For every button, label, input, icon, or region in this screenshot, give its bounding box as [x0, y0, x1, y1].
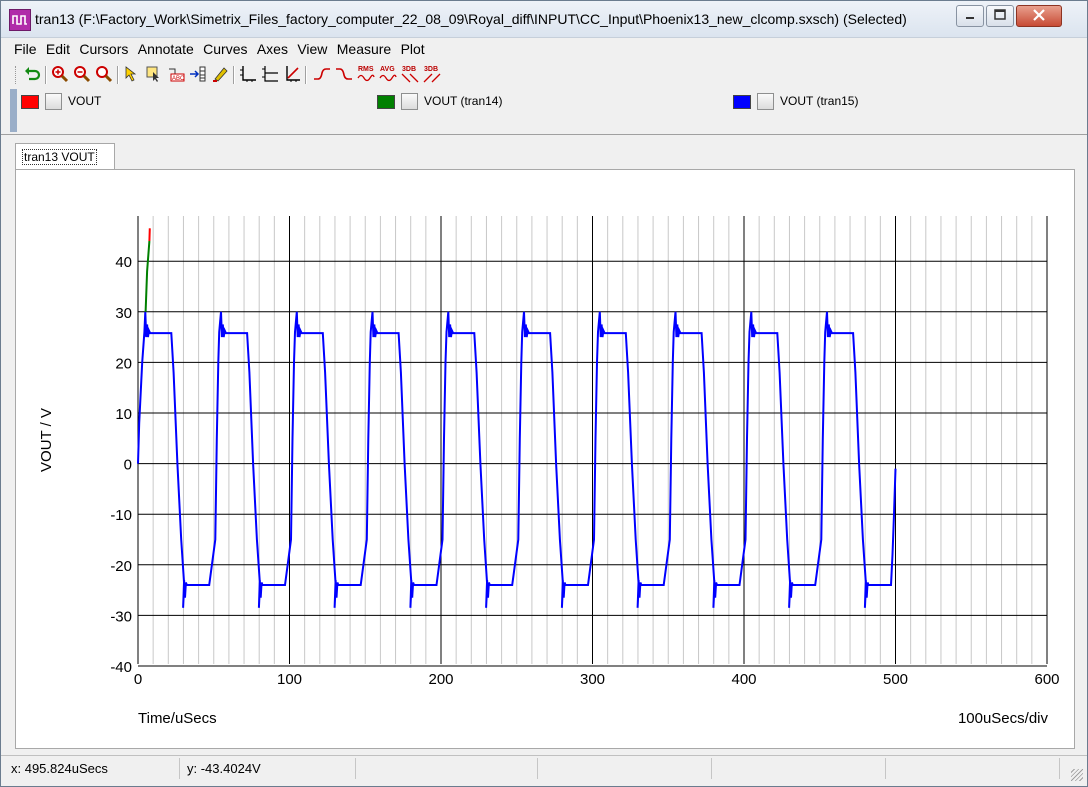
toolbar: ABC RMS AVG 3DB 3DB — [1, 63, 1087, 87]
status-cell-empty — [359, 758, 538, 779]
legend-handle[interactable] — [10, 89, 17, 132]
legend-checkbox[interactable] — [401, 93, 418, 110]
toolbar-separator — [233, 66, 235, 84]
x-tick-label: 400 — [731, 671, 756, 688]
legend-label: VOUT (tran15) — [780, 94, 859, 108]
status-bar: x: 495.824uSecs y: -43.4024V — [1, 755, 1087, 786]
legend-label: VOUT — [68, 94, 102, 108]
x-tick-label: 0 — [134, 671, 142, 688]
arrow-label-icon[interactable] — [189, 65, 207, 83]
menu-measure[interactable]: Measure — [334, 38, 394, 57]
legend-checkbox[interactable] — [45, 93, 62, 110]
toolbar-separator — [45, 66, 47, 84]
app-window: tran13 (F:\Factory_Work\Simetrix_Files_f… — [0, 0, 1088, 787]
y-tick-label: 10 — [115, 406, 132, 423]
resize-grip[interactable] — [1071, 769, 1083, 781]
zoom-in-icon[interactable] — [51, 65, 69, 83]
avg-icon[interactable]: AVG — [379, 65, 397, 83]
legend-checkbox[interactable] — [757, 93, 774, 110]
grid-axes-icon[interactable] — [283, 65, 301, 83]
series-line-vout-tran14 — [144, 240, 151, 312]
x-tick-label: 600 — [1034, 671, 1059, 688]
waveform-chart[interactable]: 0 100 200 300 400 500 600 -40 -30 -20 -10 0 10 20 30 40… — [16, 170, 1074, 748]
y-tick-label: -40 — [110, 659, 132, 676]
y-readout-text: y: -43.4024V — [187, 761, 261, 776]
legend-swatch[interactable] — [21, 95, 39, 109]
x-tick-label: 500 — [883, 671, 908, 688]
menu-edit[interactable]: Edit — [43, 38, 73, 57]
minimize-button[interactable] — [956, 5, 984, 27]
menu-axes[interactable]: Axes — [254, 38, 291, 57]
tab-tran13-vout[interactable]: tran13 VOUT — [15, 143, 115, 170]
plot-area[interactable]: 0 100 200 300 400 500 600 -40 -30 -20 -10 0 10 20 30 40… — [15, 169, 1075, 749]
y-tick-label: -20 — [110, 558, 132, 575]
legend-swatch[interactable] — [377, 95, 395, 109]
y-tick-label: 20 — [115, 355, 132, 372]
menu-view[interactable]: View — [294, 38, 330, 57]
menu-cursors[interactable]: Cursors — [76, 38, 131, 57]
minimize-icon — [966, 17, 974, 19]
y-axis-label: VOUT / V — [38, 408, 55, 472]
status-cell-empty — [541, 758, 712, 779]
menu-curves[interactable]: Curves — [200, 38, 250, 57]
menu-file[interactable]: File — [11, 38, 40, 57]
x-scale-label: 100uSecs/div — [958, 710, 1049, 727]
x-readout-text: x: 495.824uSecs — [11, 761, 108, 776]
y-readout: y: -43.4024V — [183, 758, 356, 779]
y-tick-label: -10 — [110, 507, 132, 524]
window-title: tran13 (F:\Factory_Work\Simetrix_Files_f… — [35, 11, 907, 27]
toolbar-separator — [305, 66, 307, 84]
x-tick-label: 300 — [580, 671, 605, 688]
x-readout: x: 495.824uSecs — [7, 758, 180, 779]
curve-legend: VOUT VOUT (tran14) VOUT (tran15) — [10, 89, 1085, 134]
y-tick-label: -30 — [110, 608, 132, 625]
toolbar-grip[interactable] — [15, 66, 18, 84]
3db-low-icon[interactable]: 3DB — [423, 65, 441, 83]
axes-icon[interactable] — [239, 65, 257, 83]
maximize-button[interactable] — [986, 5, 1014, 27]
rms-icon[interactable]: RMS — [357, 65, 375, 83]
x-axis-label: Time/uSecs — [138, 710, 217, 727]
tab-label: tran13 VOUT — [22, 149, 97, 165]
menu-plot[interactable]: Plot — [398, 38, 428, 57]
stacked-axes-icon[interactable] — [261, 65, 279, 83]
3db-high-icon[interactable]: 3DB — [401, 65, 419, 83]
x-tick-label: 100 — [277, 671, 302, 688]
close-button[interactable] — [1016, 5, 1062, 27]
cursor-icon[interactable] — [123, 65, 141, 83]
fall-icon[interactable] — [335, 65, 353, 83]
menu-annotate[interactable]: Annotate — [135, 38, 197, 57]
maximize-icon — [994, 9, 1006, 20]
status-cell-empty — [715, 758, 886, 779]
status-cell-empty — [889, 758, 1060, 779]
y-tick-label: 30 — [115, 305, 132, 322]
zoom-full-icon[interactable] — [95, 65, 113, 83]
close-icon — [1033, 9, 1045, 21]
legend-swatch[interactable] — [733, 95, 751, 109]
select-icon[interactable] — [145, 65, 163, 83]
menu-bar: File Edit Cursors Annotate Curves Axes V… — [1, 38, 1087, 61]
abc-label-icon[interactable]: ABC — [167, 65, 185, 83]
highlighter-icon[interactable] — [211, 65, 229, 83]
simetrix-app-icon[interactable] — [9, 9, 31, 31]
svg-text:ABC: ABC — [172, 76, 185, 82]
title-bar[interactable]: tran13 (F:\Factory_Work\Simetrix_Files_f… — [1, 1, 1087, 38]
y-tick-label: 40 — [115, 254, 132, 271]
zoom-out-icon[interactable] — [73, 65, 91, 83]
rise-icon[interactable] — [313, 65, 331, 83]
toolbar-separator — [117, 66, 119, 84]
undo-icon[interactable] — [23, 65, 41, 83]
x-tick-label: 200 — [428, 671, 453, 688]
legend-label: VOUT (tran14) — [424, 94, 503, 108]
tab-strip: tran13 VOUT — [1, 135, 1087, 170]
y-tick-label: 0 — [124, 457, 132, 474]
